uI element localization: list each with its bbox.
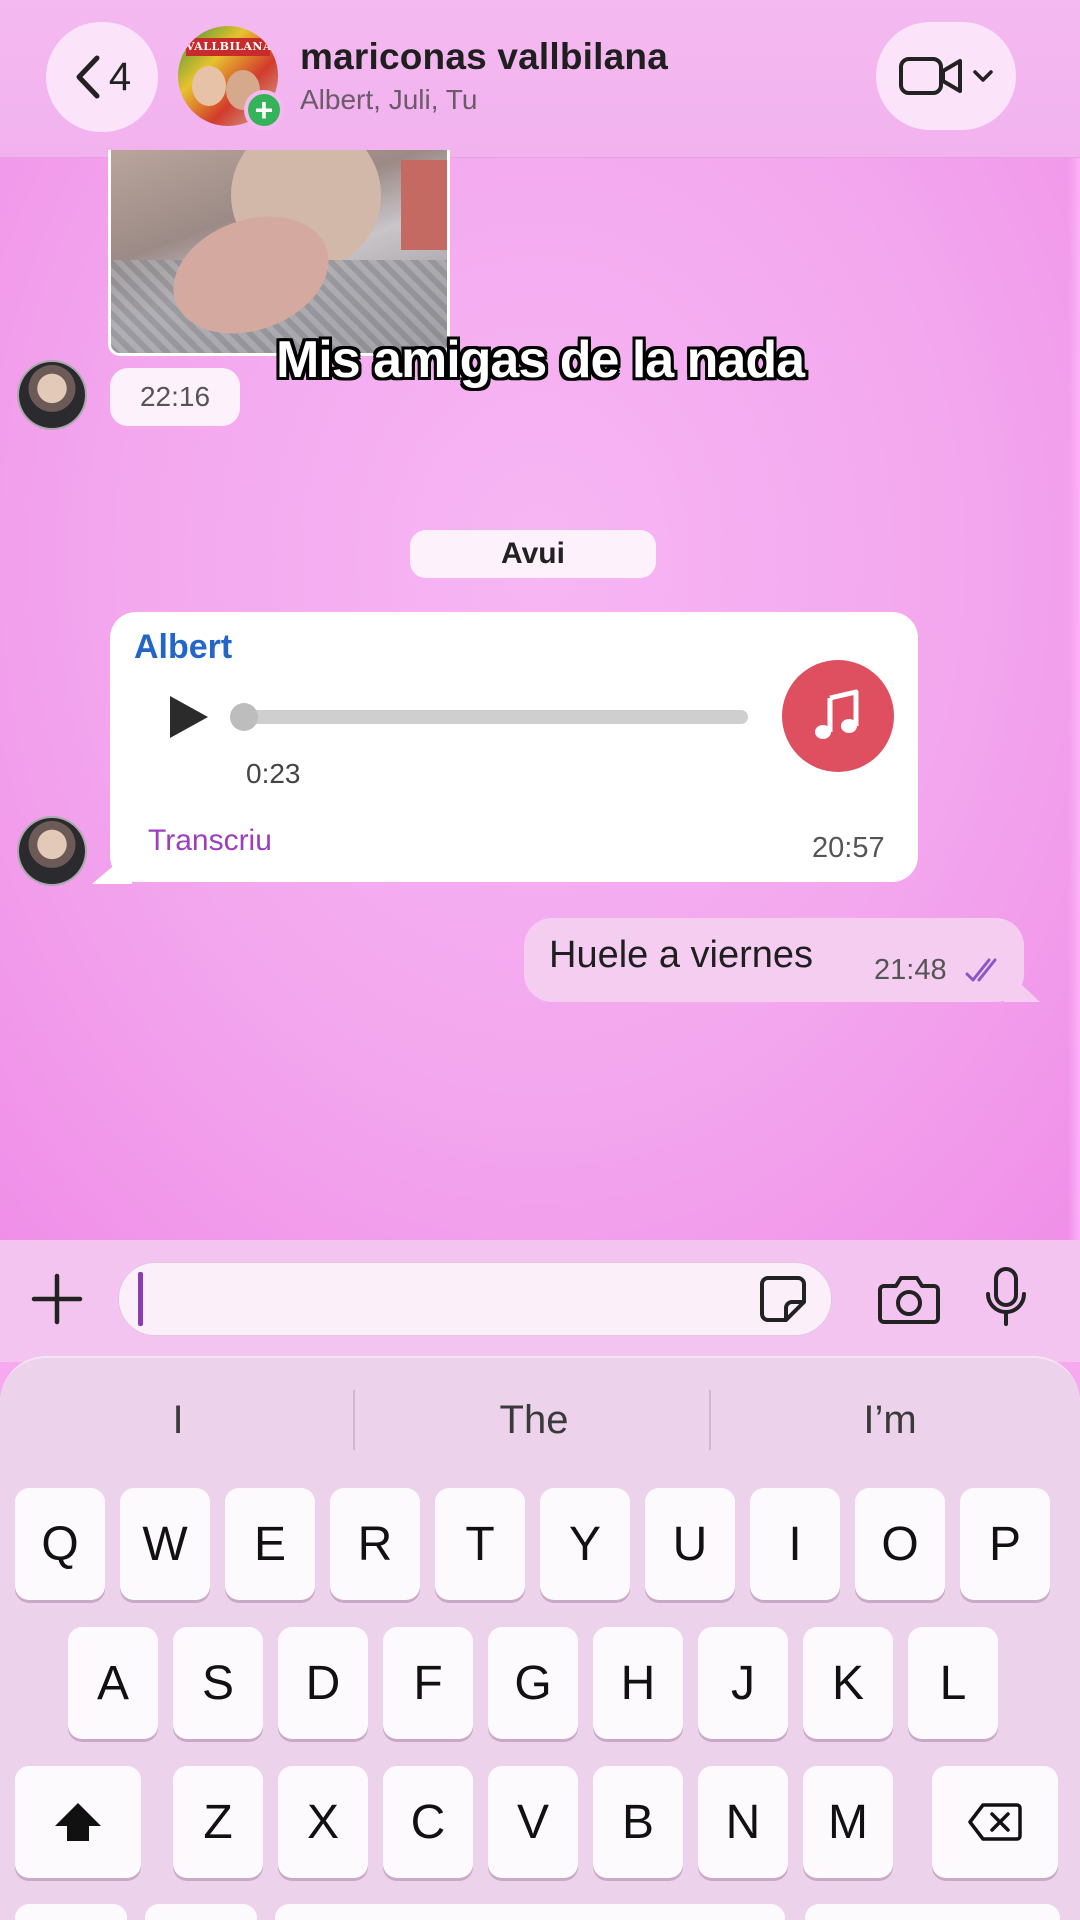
- video-camera-icon: [899, 57, 962, 95]
- key-d[interactable]: D: [278, 1627, 368, 1739]
- space-key[interactable]: [275, 1904, 785, 1920]
- music-note-button[interactable]: [782, 660, 894, 772]
- date-divider: Avui: [410, 530, 656, 578]
- key-l[interactable]: L: [908, 1627, 998, 1739]
- emoji-key[interactable]: [145, 1904, 257, 1920]
- backspace-icon: [968, 1803, 1022, 1841]
- image-message[interactable]: [108, 150, 450, 356]
- key-v[interactable]: V: [488, 1766, 578, 1878]
- avatar-face: [192, 66, 226, 106]
- back-button[interactable]: 4: [46, 22, 158, 132]
- sender-avatar[interactable]: [17, 816, 87, 886]
- key-p[interactable]: P: [960, 1488, 1050, 1600]
- key-k[interactable]: K: [803, 1627, 893, 1739]
- key-g[interactable]: G: [488, 1627, 578, 1739]
- key-a[interactable]: A: [68, 1627, 158, 1739]
- key-e[interactable]: E: [225, 1488, 315, 1600]
- video-call-button[interactable]: [876, 22, 1016, 130]
- chevron-down-icon: [973, 70, 993, 82]
- return-key[interactable]: [805, 1904, 1060, 1920]
- key-w[interactable]: W: [120, 1488, 210, 1600]
- voice-progress-track[interactable]: [232, 710, 748, 724]
- video-caption-overlay: Mis amigas de la nada: [275, 331, 805, 389]
- sender-name[interactable]: Albert: [134, 628, 232, 667]
- suggestion-divider: [353, 1390, 355, 1450]
- double-check-icon: [965, 958, 997, 982]
- group-avatar-banner: VALLBILANA: [186, 38, 272, 56]
- key-f[interactable]: F: [383, 1627, 473, 1739]
- chat-edge-glow: [1068, 150, 1080, 1240]
- shift-key[interactable]: [15, 1766, 141, 1878]
- key-h[interactable]: H: [593, 1627, 683, 1739]
- chevron-left-icon: [76, 55, 100, 99]
- voice-duration: 0:23: [246, 758, 301, 789]
- chat-members[interactable]: Albert, Juli, Tu: [300, 84, 477, 116]
- voice-timestamp: 20:57: [812, 832, 885, 864]
- key-z[interactable]: Z: [173, 1766, 263, 1878]
- outgoing-message-text: Huele a viernes: [549, 934, 814, 976]
- key-r[interactable]: R: [330, 1488, 420, 1600]
- key-c[interactable]: C: [383, 1766, 473, 1878]
- camera-icon[interactable]: [878, 1272, 940, 1326]
- key-m[interactable]: M: [803, 1766, 893, 1878]
- key-q[interactable]: Q: [15, 1488, 105, 1600]
- message-input[interactable]: [118, 1262, 832, 1336]
- suggestion-1[interactable]: I: [0, 1390, 356, 1450]
- sticker-icon[interactable]: [758, 1274, 808, 1324]
- key-y[interactable]: Y: [540, 1488, 630, 1600]
- play-icon[interactable]: [164, 692, 212, 742]
- chat-title[interactable]: mariconas vallbilana: [300, 36, 668, 78]
- key-s[interactable]: S: [173, 1627, 263, 1739]
- text-cursor: [138, 1272, 143, 1326]
- outgoing-timestamp: 21:48: [874, 954, 947, 986]
- key-t[interactable]: T: [435, 1488, 525, 1600]
- unread-count: 4: [108, 54, 132, 99]
- photo-detail: [401, 160, 447, 250]
- key-u[interactable]: U: [645, 1488, 735, 1600]
- backspace-key[interactable]: [932, 1766, 1058, 1878]
- plus-icon[interactable]: [30, 1272, 84, 1326]
- suggestion-divider: [709, 1390, 711, 1450]
- key-n[interactable]: N: [698, 1766, 788, 1878]
- microphone-icon[interactable]: [984, 1266, 1028, 1328]
- key-o[interactable]: O: [855, 1488, 945, 1600]
- suggestion-2[interactable]: The: [356, 1390, 712, 1450]
- add-member-icon[interactable]: +: [244, 90, 284, 130]
- music-note-icon: [815, 689, 859, 739]
- shift-arrow-icon: [55, 1803, 101, 1841]
- key-b[interactable]: B: [593, 1766, 683, 1878]
- key-j[interactable]: J: [698, 1627, 788, 1739]
- key-x[interactable]: X: [278, 1766, 368, 1878]
- numbers-key[interactable]: [15, 1904, 127, 1920]
- key-i[interactable]: I: [750, 1488, 840, 1600]
- suggestion-3[interactable]: I’m: [712, 1390, 1068, 1450]
- voice-progress-thumb[interactable]: [230, 703, 258, 731]
- transcribe-link[interactable]: Transcriu: [148, 824, 272, 858]
